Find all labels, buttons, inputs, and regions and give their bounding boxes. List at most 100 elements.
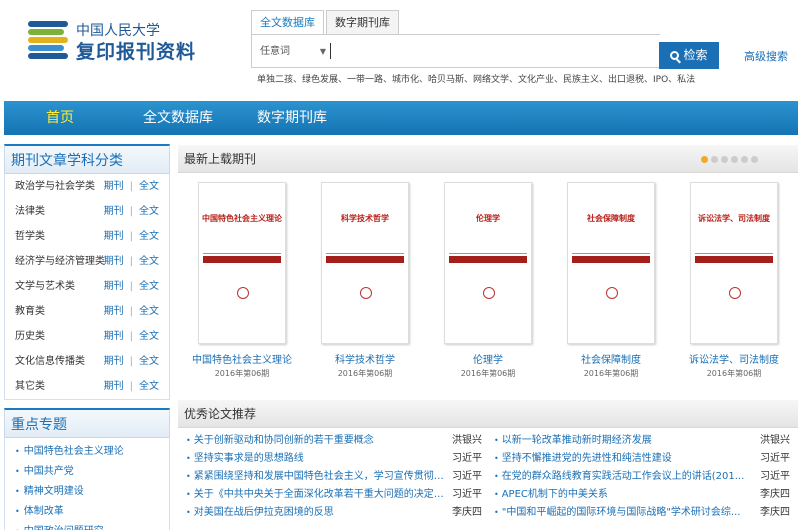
chevron-down-icon: ▼ bbox=[319, 47, 326, 56]
category-row: 政治学与社会学类 期刊 | 全文 bbox=[5, 174, 169, 199]
cover-title: 科学技术哲学 bbox=[341, 214, 389, 223]
category-name[interactable]: 教育类 bbox=[15, 299, 45, 324]
nav-digital-journal-db[interactable]: 数字期刊库 bbox=[257, 101, 327, 135]
category-fulltext-link[interactable]: 全文 bbox=[139, 356, 159, 367]
nav-fulltext-db[interactable]: 全文数据库 bbox=[143, 101, 213, 135]
category-name[interactable]: 法律类 bbox=[15, 199, 45, 224]
search-scope-select[interactable]: 任意词 ▼ bbox=[260, 44, 326, 60]
cover-band bbox=[572, 256, 650, 263]
paper-title-link[interactable]: 在党的群众路线教育实践活动工作会议上的讲话(201... bbox=[494, 468, 756, 486]
journal-card[interactable]: 伦理学 伦理学 2016年第06期 bbox=[438, 182, 538, 379]
paper-title-link[interactable]: 坚持不懈推进党的先进性和纯洁性建设 bbox=[494, 450, 756, 468]
paper-title-link[interactable]: 对美国在战后伊拉克困境的反思 bbox=[186, 504, 448, 522]
paper-title-link[interactable]: 关于创新驱动和协同创新的若干重要概念 bbox=[186, 432, 448, 450]
search-button[interactable]: 检索 bbox=[659, 42, 719, 69]
topic-link[interactable]: 精神文明建设 bbox=[5, 482, 169, 502]
category-journal-link[interactable]: 期刊 bbox=[104, 281, 124, 292]
link-separator: | bbox=[129, 281, 133, 292]
journal-cover[interactable]: 诉讼法学、司法制度 bbox=[690, 182, 778, 344]
category-journal-link[interactable]: 期刊 bbox=[104, 356, 124, 367]
category-fulltext-link[interactable]: 全文 bbox=[139, 231, 159, 242]
category-journal-link[interactable]: 期刊 bbox=[104, 306, 124, 317]
journal-name[interactable]: 伦理学 bbox=[438, 351, 538, 366]
cover-band bbox=[326, 256, 404, 263]
cover-rule bbox=[695, 253, 773, 254]
category-links: 期刊 | 全文 bbox=[104, 324, 159, 349]
category-name[interactable]: 文化信息传播类 bbox=[15, 349, 85, 374]
recommended-papers-title: 优秀论文推荐 bbox=[184, 407, 257, 421]
category-links: 期刊 | 全文 bbox=[104, 199, 159, 224]
paper-title-link[interactable]: 坚持实事求是的思想路线 bbox=[186, 450, 448, 468]
link-separator: | bbox=[129, 181, 133, 192]
tab-fulltext-db[interactable]: 全文数据库 bbox=[251, 10, 324, 35]
category-fulltext-link[interactable]: 全文 bbox=[139, 331, 159, 342]
topic-link[interactable]: 中国共产党 bbox=[5, 462, 169, 482]
carousel-dot[interactable] bbox=[731, 156, 738, 163]
category-journal-link[interactable]: 期刊 bbox=[104, 206, 124, 217]
seal-icon bbox=[360, 287, 372, 299]
journal-cover[interactable]: 科学技术哲学 bbox=[321, 182, 409, 344]
category-name[interactable]: 经济学与经济管理类 bbox=[15, 249, 105, 274]
category-fulltext-link[interactable]: 全文 bbox=[139, 306, 159, 317]
paper-title-link[interactable]: 紧紧围绕坚持和发展中国特色社会主义，学习宣传贯彻党... bbox=[186, 468, 448, 486]
journal-name[interactable]: 社会保障制度 bbox=[561, 351, 661, 366]
topic-link[interactable]: 中国政治问题研究 bbox=[5, 522, 169, 530]
papers-right-column: 以新一轮改革推动新时期经济发展洪银兴坚持不懈推进党的先进性和纯洁性建设习近平在党… bbox=[494, 432, 798, 522]
category-journal-link[interactable]: 期刊 bbox=[104, 181, 124, 192]
journal-card[interactable]: 诉讼法学、司法制度 诉讼法学、司法制度 2016年第06期 bbox=[684, 182, 784, 379]
paper-author: 习近平 bbox=[760, 453, 790, 464]
topic-link[interactable]: 中国特色社会主义理论 bbox=[5, 442, 169, 462]
paper-title-link[interactable]: APEC机制下的中美关系 bbox=[494, 486, 756, 504]
journal-cover[interactable]: 伦理学 bbox=[444, 182, 532, 344]
category-links: 期刊 | 全文 bbox=[104, 349, 159, 374]
journal-name[interactable]: 科学技术哲学 bbox=[315, 351, 415, 366]
category-journal-link[interactable]: 期刊 bbox=[104, 381, 124, 392]
tab-digital-journal-db[interactable]: 数字期刊库 bbox=[326, 10, 399, 35]
main-nav: 首页 全文数据库 数字期刊库 bbox=[4, 101, 798, 135]
category-row: 法律类 期刊 | 全文 bbox=[5, 199, 169, 224]
category-name[interactable]: 哲学类 bbox=[15, 224, 45, 249]
category-name[interactable]: 历史类 bbox=[15, 324, 45, 349]
category-fulltext-link[interactable]: 全文 bbox=[139, 381, 159, 392]
paper-title-link[interactable]: 关于《中共中央关于全面深化改革若干重大问题的决定》... bbox=[186, 486, 448, 504]
topic-link[interactable]: 体制改革 bbox=[5, 502, 169, 522]
category-fulltext-link[interactable]: 全文 bbox=[139, 281, 159, 292]
search-input[interactable]: 任意词 ▼ bbox=[251, 34, 660, 68]
category-fulltext-link[interactable]: 全文 bbox=[139, 206, 159, 217]
paper-row: 在党的群众路线教育实践活动工作会议上的讲话(201... 习近平 bbox=[494, 468, 798, 486]
category-name[interactable]: 文学与艺术类 bbox=[15, 274, 75, 299]
link-separator: | bbox=[129, 331, 133, 342]
carousel-dot[interactable] bbox=[711, 156, 718, 163]
carousel-dot[interactable] bbox=[721, 156, 728, 163]
paper-title-link[interactable]: "中国和平崛起的国际环境与国际战略"学术研讨会综... bbox=[494, 504, 756, 522]
paper-author: 李庆四 bbox=[760, 507, 790, 518]
journal-card[interactable]: 社会保障制度 社会保障制度 2016年第06期 bbox=[561, 182, 661, 379]
logo[interactable]: 中国人民大学 复印报刊资料 bbox=[28, 18, 195, 66]
category-fulltext-link[interactable]: 全文 bbox=[139, 181, 159, 192]
journal-card[interactable]: 中国特色社会主义理论 中国特色社会主义理论 2016年第06期 bbox=[192, 182, 292, 379]
category-list: 政治学与社会学类 期刊 | 全文 法律类 期刊 | 全文 哲学类 期刊 | 全文 经济学与经济管理类 期刊… bbox=[4, 174, 170, 400]
category-journal-link[interactable]: 期刊 bbox=[104, 331, 124, 342]
carousel-dot[interactable] bbox=[751, 156, 758, 163]
category-journal-link[interactable]: 期刊 bbox=[104, 231, 124, 242]
category-journal-link[interactable]: 期刊 bbox=[104, 256, 124, 267]
paper-title-link[interactable]: 以新一轮改革推动新时期经济发展 bbox=[494, 432, 756, 450]
journal-name[interactable]: 诉讼法学、司法制度 bbox=[684, 351, 784, 366]
carousel-dot[interactable] bbox=[741, 156, 748, 163]
search-tabs: 全文数据库 数字期刊库 bbox=[251, 10, 401, 35]
journal-name[interactable]: 中国特色社会主义理论 bbox=[192, 351, 292, 366]
journal-card[interactable]: 科学技术哲学 科学技术哲学 2016年第06期 bbox=[315, 182, 415, 379]
category-name[interactable]: 其它类 bbox=[15, 374, 45, 399]
category-fulltext-link[interactable]: 全文 bbox=[139, 256, 159, 267]
advanced-search-link[interactable]: 高级搜索 bbox=[744, 48, 788, 64]
paper-author: 李庆四 bbox=[760, 489, 790, 500]
journal-cover[interactable]: 中国特色社会主义理论 bbox=[198, 182, 286, 344]
category-name[interactable]: 政治学与社会学类 bbox=[15, 174, 95, 199]
journal-cover[interactable]: 社会保障制度 bbox=[567, 182, 655, 344]
hot-keywords[interactable]: 单独二孩、绿色发展、一带一路、城市化、哈贝马斯、网络文学、文化产业、民族主义、出… bbox=[257, 72, 695, 85]
carousel-dot[interactable] bbox=[701, 156, 708, 163]
category-links: 期刊 | 全文 bbox=[104, 374, 159, 399]
category-links: 期刊 | 全文 bbox=[104, 299, 159, 324]
nav-home[interactable]: 首页 bbox=[46, 101, 74, 135]
cover-band bbox=[203, 256, 281, 263]
